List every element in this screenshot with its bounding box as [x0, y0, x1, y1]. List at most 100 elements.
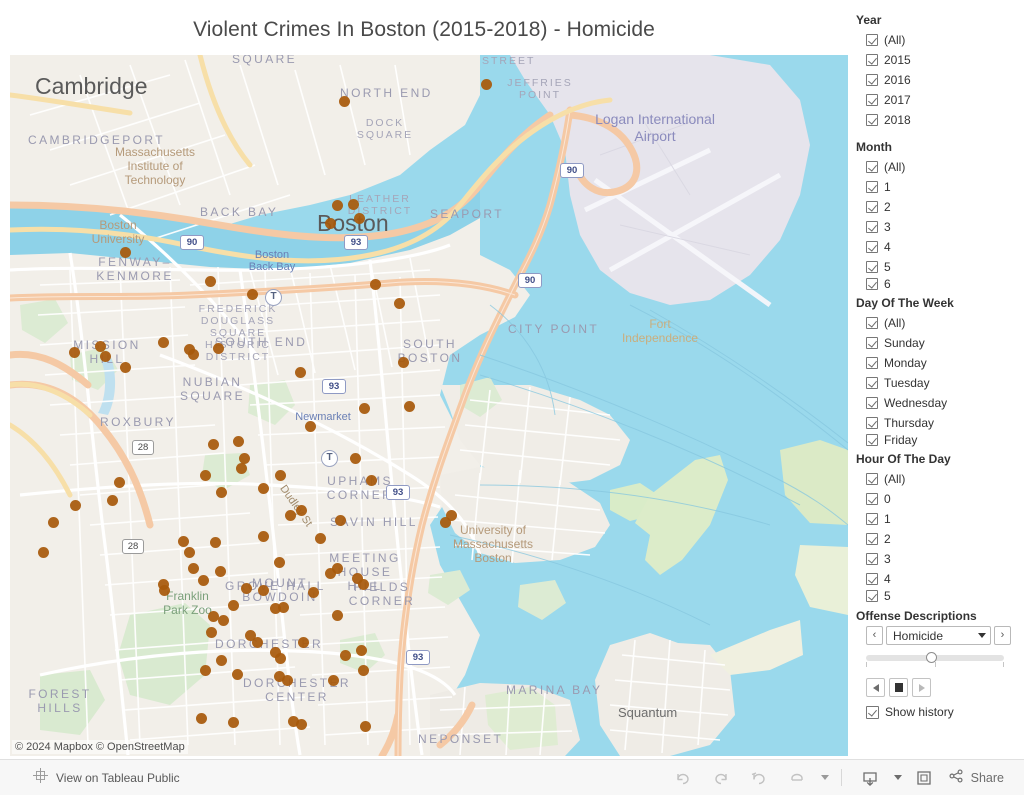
- map-container[interactable]: Cambridge Boston CAMBRIDGEPORT Massachus…: [10, 55, 848, 756]
- crime-marker[interactable]: [210, 537, 221, 548]
- stop-button[interactable]: [889, 678, 908, 697]
- crime-marker[interactable]: [48, 517, 59, 528]
- crime-marker[interactable]: [188, 349, 199, 360]
- crime-marker[interactable]: [394, 298, 405, 309]
- crime-marker[interactable]: [184, 547, 195, 558]
- checkbox-icon[interactable]: [866, 513, 878, 525]
- crime-marker[interactable]: [196, 713, 207, 724]
- checkbox-icon[interactable]: [866, 94, 878, 106]
- next-offense-button[interactable]: ›: [994, 626, 1011, 645]
- crime-marker[interactable]: [100, 351, 111, 362]
- view-on-tableau-public-button[interactable]: View on Tableau Public: [32, 767, 180, 789]
- checkbox-icon[interactable]: [866, 553, 878, 565]
- crime-marker[interactable]: [205, 276, 216, 287]
- filter-hour-option-1[interactable]: 1: [856, 509, 1024, 529]
- crime-marker[interactable]: [332, 200, 343, 211]
- crime-marker[interactable]: [358, 665, 369, 676]
- crime-marker[interactable]: [70, 500, 81, 511]
- offense-select[interactable]: Homicide: [886, 626, 991, 645]
- crime-marker[interactable]: [356, 645, 367, 656]
- filter-day-option-monday[interactable]: Monday: [856, 353, 1024, 373]
- crime-marker[interactable]: [359, 403, 370, 414]
- crime-marker[interactable]: [216, 655, 227, 666]
- checkbox-icon[interactable]: [866, 114, 878, 126]
- checkbox-icon[interactable]: [866, 417, 878, 429]
- download-button[interactable]: [851, 764, 889, 792]
- crime-marker[interactable]: [315, 533, 326, 544]
- crime-marker[interactable]: [69, 347, 80, 358]
- crime-marker[interactable]: [200, 665, 211, 676]
- revert-button[interactable]: [740, 764, 778, 792]
- crime-marker[interactable]: [332, 610, 343, 621]
- crime-marker[interactable]: [398, 357, 409, 368]
- play-button[interactable]: [912, 678, 931, 697]
- filter-hour-option-4[interactable]: 4: [856, 569, 1024, 589]
- crime-marker[interactable]: [206, 627, 217, 638]
- crime-marker[interactable]: [270, 603, 281, 614]
- chevron-down-icon[interactable]: [978, 633, 986, 638]
- crime-marker[interactable]: [218, 615, 229, 626]
- filter-day-option-sunday[interactable]: Sunday: [856, 333, 1024, 353]
- refresh-dropdown-button[interactable]: [816, 764, 832, 792]
- crime-marker[interactable]: [370, 279, 381, 290]
- crime-marker[interactable]: [274, 557, 285, 568]
- checkbox-icon[interactable]: [866, 337, 878, 349]
- filter-month-option-all[interactable]: (All): [856, 157, 1024, 177]
- refresh-button[interactable]: [778, 764, 816, 792]
- checkbox-icon[interactable]: [866, 397, 878, 409]
- crime-marker[interactable]: [305, 421, 316, 432]
- crime-marker[interactable]: [348, 199, 359, 210]
- checkbox-icon[interactable]: [866, 54, 878, 66]
- crime-marker[interactable]: [340, 650, 351, 661]
- crime-marker[interactable]: [332, 563, 343, 574]
- crime-marker[interactable]: [208, 439, 219, 450]
- fullscreen-button[interactable]: [905, 764, 943, 792]
- filter-day-option-thursday[interactable]: Thursday: [856, 413, 1024, 433]
- filter-day-option-wednesday[interactable]: Wednesday: [856, 393, 1024, 413]
- crime-marker[interactable]: [233, 436, 244, 447]
- filter-hour-option-3[interactable]: 3: [856, 549, 1024, 569]
- filter-month-option-4[interactable]: 4: [856, 237, 1024, 257]
- filter-hour-option-0[interactable]: 0: [856, 489, 1024, 509]
- step-back-button[interactable]: [866, 678, 885, 697]
- filter-month-option-6[interactable]: 6: [856, 277, 1024, 291]
- crime-marker[interactable]: [252, 637, 263, 648]
- crime-marker[interactable]: [366, 475, 377, 486]
- crime-marker[interactable]: [481, 79, 492, 90]
- checkbox-icon[interactable]: [866, 34, 878, 46]
- crime-marker[interactable]: [360, 721, 371, 732]
- crime-marker[interactable]: [247, 289, 258, 300]
- chevron-down-icon[interactable]: [893, 775, 902, 780]
- crime-marker[interactable]: [258, 531, 269, 542]
- crime-marker[interactable]: [258, 585, 269, 596]
- crime-marker[interactable]: [328, 675, 339, 686]
- filter-year-option-2016[interactable]: 2016: [856, 70, 1024, 90]
- checkbox-icon[interactable]: [866, 573, 878, 585]
- filter-month-option-5[interactable]: 5: [856, 257, 1024, 277]
- crime-marker[interactable]: [308, 587, 319, 598]
- share-button[interactable]: Share: [943, 767, 1010, 788]
- checkbox-icon[interactable]: [866, 74, 878, 86]
- checkbox-icon[interactable]: [866, 261, 878, 273]
- crime-marker[interactable]: [216, 487, 227, 498]
- crime-marker[interactable]: [296, 719, 307, 730]
- crime-marker[interactable]: [440, 517, 451, 528]
- filter-year-option-all[interactable]: (All): [856, 30, 1024, 50]
- offense-slider[interactable]: [856, 652, 1011, 669]
- filter-year-option-2017[interactable]: 2017: [856, 90, 1024, 110]
- chevron-down-icon[interactable]: [820, 775, 829, 780]
- crime-marker[interactable]: [198, 575, 209, 586]
- checkbox-icon[interactable]: [866, 533, 878, 545]
- filter-month-option-2[interactable]: 2: [856, 197, 1024, 217]
- download-dropdown-button[interactable]: [889, 764, 905, 792]
- crime-marker[interactable]: [339, 96, 350, 107]
- crime-marker[interactable]: [38, 547, 49, 558]
- redo-button[interactable]: [702, 764, 740, 792]
- crime-marker[interactable]: [213, 343, 224, 354]
- crime-marker[interactable]: [325, 218, 336, 229]
- crime-marker[interactable]: [120, 247, 131, 258]
- checkbox-icon[interactable]: [866, 590, 878, 602]
- crime-marker[interactable]: [232, 669, 243, 680]
- filter-month-option-1[interactable]: 1: [856, 177, 1024, 197]
- checkbox-icon[interactable]: [866, 181, 878, 193]
